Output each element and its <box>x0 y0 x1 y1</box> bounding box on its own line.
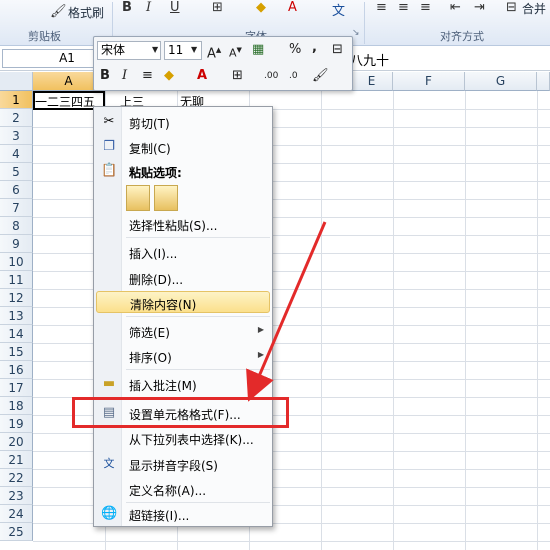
annotation-arrow <box>246 221 327 402</box>
